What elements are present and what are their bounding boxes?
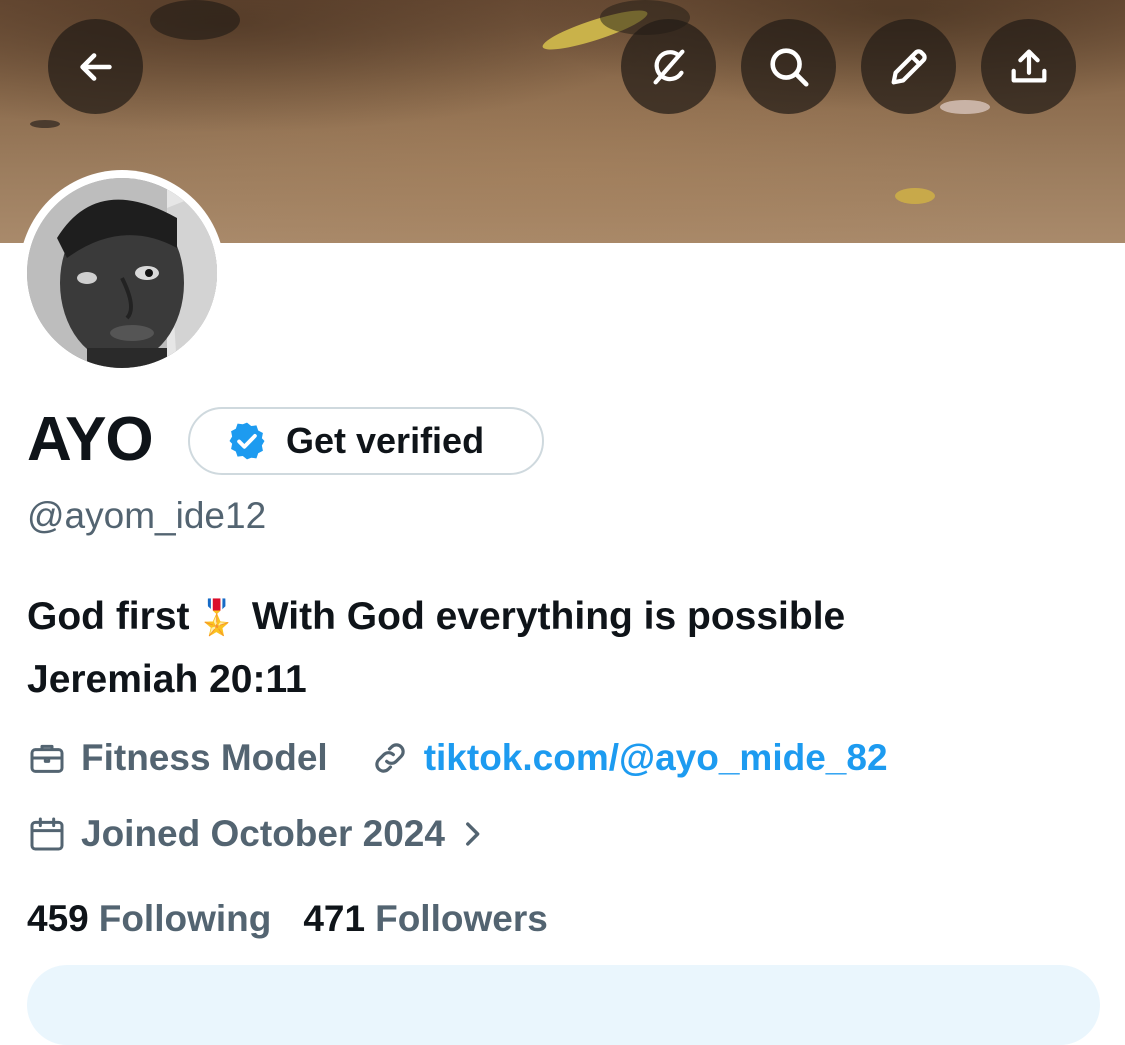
follow-counts: 459 Following 471 Followers [27,893,548,945]
website-link[interactable]: tiktok.com/@ayo_mide_82 [424,732,888,784]
following-label: Following [98,898,272,939]
calendar-icon [30,817,64,851]
profile-meta-row: Fitness Model tiktok.com/@ayo_mide_82 [27,732,888,784]
profile-name: AYO [27,405,154,474]
avatar[interactable] [19,170,225,376]
link-icon [375,743,405,773]
briefcase-icon [30,744,64,773]
get-verified-button[interactable]: Get verified [188,407,544,475]
search-button[interactable] [741,19,836,114]
followers-link[interactable]: 471 Followers [303,893,547,945]
followers-label: Followers [375,898,548,939]
share-icon [1011,49,1046,83]
edit-button[interactable] [861,19,956,114]
bio-text-1: God first [27,595,190,638]
profile-bio: God first 🎖️ With God everything is possib… [27,586,1087,711]
profile-handle: @ayom_ide12 [27,495,267,536]
back-button[interactable] [48,19,143,114]
share-button[interactable] [981,19,1076,114]
pencil-icon [891,48,927,84]
followers-count: 471 [303,898,366,939]
following-count: 459 [27,898,89,939]
bio-text-3: Jeremiah 20:11 [27,658,307,701]
profession: Fitness Model [81,737,328,778]
profile-prompt-card[interactable] [27,965,1100,1045]
medal-emoji: 🎖️ [195,599,238,637]
get-verified-label: Get verified [286,420,485,461]
grok-button[interactable] [621,19,716,114]
following-link[interactable]: 459 Following [27,893,271,945]
grok-icon [652,49,685,84]
avatar-photo [27,178,217,368]
verified-badge-icon [229,422,265,460]
arrow-left-icon [79,52,112,81]
chevron-right-icon [466,822,480,846]
search-icon [769,47,809,87]
joined-row[interactable]: Joined October 2024 [27,808,503,860]
joined-date: Joined October 2024 [81,813,445,854]
bio-text-2: With God everything is possible [251,595,846,638]
